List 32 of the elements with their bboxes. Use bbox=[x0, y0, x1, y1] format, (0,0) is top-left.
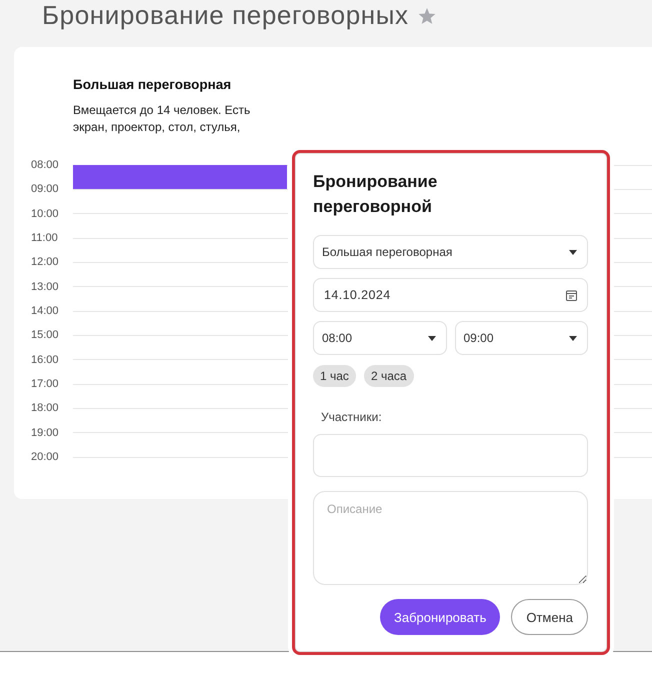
time-label: 08:00 bbox=[31, 158, 60, 173]
cancel-button[interactable]: Отмена bbox=[511, 599, 588, 635]
start-time-select[interactable]: 08:00 bbox=[313, 321, 446, 355]
time-label: 14:00 bbox=[31, 304, 60, 319]
duration-chip[interactable]: 1 час bbox=[313, 365, 356, 387]
room-description: Вмещается до 14 человек. Есть экран, проектор, стол, стулья, bbox=[73, 102, 252, 136]
duration-chip[interactable]: 2 часа bbox=[364, 365, 414, 387]
calendar-icon[interactable] bbox=[566, 290, 577, 300]
time-label: 15:00 bbox=[31, 328, 60, 344]
time-label: 19:00 bbox=[31, 426, 60, 441]
date-field[interactable]: 14.10.2024 bbox=[313, 278, 588, 312]
page-title: Бронирование переговорных bbox=[42, 0, 409, 30]
star-icon[interactable] bbox=[418, 8, 436, 24]
participants-label: Участники: bbox=[321, 409, 383, 425]
room-name: Большая переговорная bbox=[73, 76, 232, 94]
description-field[interactable]: Описание bbox=[313, 491, 588, 585]
room-select[interactable]: Большая переговорная bbox=[313, 235, 588, 269]
time-label: 13:00 bbox=[31, 280, 60, 295]
time-label: 18:00 bbox=[31, 401, 60, 416]
time-label: 09:00 bbox=[31, 182, 60, 198]
caret-icon bbox=[569, 336, 577, 340]
end-time-select[interactable]: 09:00 bbox=[454, 321, 588, 355]
time-label: 12:00 bbox=[31, 255, 60, 270]
book-button[interactable]: Забронировать bbox=[380, 599, 500, 635]
time-label: 10:00 bbox=[31, 206, 60, 222]
dialog-title: Бронирование переговорной bbox=[313, 171, 438, 218]
time-label: 11:00 bbox=[31, 230, 59, 246]
caret-icon bbox=[428, 336, 436, 340]
time-label: 17:00 bbox=[31, 376, 60, 392]
participants-field[interactable] bbox=[313, 434, 588, 477]
time-label: 20:00 bbox=[31, 450, 60, 465]
time-label: 16:00 bbox=[31, 352, 60, 368]
